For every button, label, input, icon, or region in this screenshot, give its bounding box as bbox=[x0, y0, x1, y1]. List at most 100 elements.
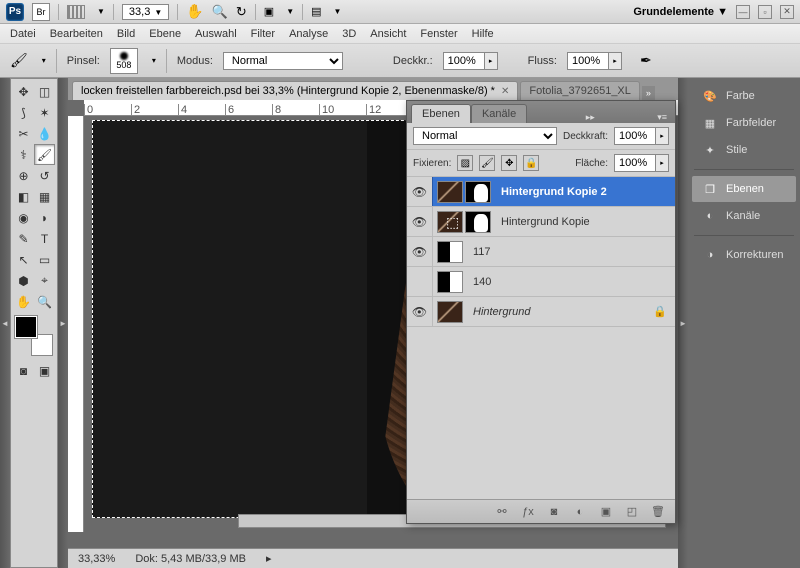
panel-collapse-icon[interactable]: ▸▸ bbox=[582, 112, 599, 123]
hand-tool[interactable]: ✋ bbox=[13, 291, 34, 312]
layer-row[interactable]: 👁 Hintergrund Kopie 2 bbox=[407, 177, 675, 207]
layer-row[interactable]: 140 bbox=[407, 267, 675, 297]
menu-hilfe[interactable]: Hilfe bbox=[472, 28, 494, 40]
gradient-tool[interactable]: ▦ bbox=[34, 186, 55, 207]
quick-mask-icon[interactable]: ◙ bbox=[13, 360, 34, 381]
panel-kanaele[interactable]: ◐Kanäle bbox=[692, 203, 796, 229]
screen-mode-icon[interactable]: ▣ bbox=[264, 5, 274, 18]
zoom-level[interactable]: 33,3▼ bbox=[122, 4, 169, 20]
opacity-input[interactable] bbox=[443, 52, 485, 70]
zoom-tool[interactable]: 🔍 bbox=[34, 291, 55, 312]
eraser-tool[interactable]: ◧ bbox=[13, 186, 34, 207]
quick-select-tool[interactable]: ✶ bbox=[34, 102, 55, 123]
brush-preview[interactable]: 508 bbox=[110, 48, 138, 74]
3d-tool[interactable]: ⬢ bbox=[13, 270, 34, 291]
new-layer-icon[interactable]: ◰ bbox=[623, 504, 641, 520]
menu-bild[interactable]: Bild bbox=[117, 28, 135, 40]
rotate-view-icon[interactable]: ↻ bbox=[236, 4, 247, 20]
layer-name[interactable]: 117 bbox=[467, 246, 491, 258]
path-select-tool[interactable]: ↖ bbox=[13, 249, 34, 270]
layer-row[interactable]: 👁 117 bbox=[407, 237, 675, 267]
lock-all-icon[interactable]: 🔒 bbox=[523, 155, 539, 171]
collapse-bar[interactable]: ► bbox=[58, 78, 68, 568]
visibility-icon[interactable]: 👁 bbox=[407, 297, 433, 326]
menu-analyse[interactable]: Analyse bbox=[289, 28, 328, 40]
history-brush-tool[interactable]: ↺ bbox=[34, 165, 55, 186]
lock-position-icon[interactable]: ✥ bbox=[501, 155, 517, 171]
layers-panel[interactable]: Ebenen Kanäle ▸▸ ▾≡ Normal Deckkraft: ▸ … bbox=[406, 100, 676, 524]
layer-thumbnail[interactable] bbox=[437, 181, 463, 203]
fill-flyout[interactable]: ▸ bbox=[655, 154, 669, 172]
status-zoom[interactable]: 33,33% bbox=[78, 553, 115, 565]
layer-row[interactable]: 👁 ⬚ Hintergrund Kopie bbox=[407, 207, 675, 237]
panel-korrekturen[interactable]: ◑Korrekturen bbox=[692, 242, 796, 268]
opacity-flyout[interactable]: ▸ bbox=[655, 127, 669, 145]
3d-camera-tool[interactable]: ⌖ bbox=[34, 270, 55, 291]
close-button[interactable]: ✕ bbox=[780, 5, 794, 19]
visibility-icon[interactable] bbox=[407, 267, 433, 296]
hand-tool-icon[interactable]: ✋ bbox=[186, 3, 203, 20]
panel-stile[interactable]: ✦Stile bbox=[692, 137, 796, 163]
visibility-icon[interactable]: 👁 bbox=[407, 207, 433, 236]
layer-fx-icon[interactable]: ƒx bbox=[519, 504, 537, 520]
panel-menu-icon[interactable]: ▾≡ bbox=[653, 112, 671, 123]
maximize-button[interactable]: ▫ bbox=[758, 5, 772, 19]
pen-tool[interactable]: ✎ bbox=[13, 228, 34, 249]
layer-blend-mode-select[interactable]: Normal bbox=[413, 127, 557, 145]
panel-ebenen[interactable]: ❐Ebenen bbox=[692, 176, 796, 202]
mask-thumbnail[interactable] bbox=[465, 211, 491, 233]
layer-row[interactable]: 👁 Hintergrund 🔒 bbox=[407, 297, 675, 327]
link-layers-icon[interactable]: ⚯ bbox=[493, 504, 511, 520]
layer-name[interactable]: Hintergrund Kopie bbox=[495, 216, 590, 228]
blur-tool[interactable]: ◉ bbox=[13, 207, 34, 228]
history-icon[interactable] bbox=[67, 5, 85, 19]
document-tab-inactive[interactable]: Fotolia_3792651_XL bbox=[520, 81, 640, 100]
status-doc-size[interactable]: Dok: 5,43 MB/33,9 MB bbox=[135, 553, 246, 565]
lock-transparency-icon[interactable]: ▨ bbox=[457, 155, 473, 171]
arrange-docs-icon[interactable]: ▤ bbox=[311, 5, 321, 18]
flow-flyout[interactable]: ▸ bbox=[608, 52, 622, 70]
lasso-tool[interactable]: ⟆ bbox=[13, 102, 34, 123]
airbrush-icon[interactable]: ✒ bbox=[640, 52, 652, 69]
close-tab-icon[interactable]: ✕ bbox=[501, 86, 509, 97]
eyedropper-tool[interactable]: 💧 bbox=[34, 123, 55, 144]
menu-bearbeiten[interactable]: Bearbeiten bbox=[50, 28, 103, 40]
adjustment-thumbnail[interactable] bbox=[437, 241, 463, 263]
crop-tool[interactable]: ✂ bbox=[13, 123, 34, 144]
document-tab-active[interactable]: locken freistellen farbbereich.psd bei 3… bbox=[72, 81, 518, 100]
tab-ebenen[interactable]: Ebenen bbox=[411, 104, 471, 123]
move-tool[interactable]: ✥ bbox=[13, 81, 34, 102]
menu-ebene[interactable]: Ebene bbox=[149, 28, 181, 40]
adjustment-thumbnail[interactable] bbox=[437, 271, 463, 293]
bridge-icon[interactable]: Br bbox=[32, 3, 50, 21]
screen-mode-icon[interactable]: ▣ bbox=[34, 360, 55, 381]
menu-datei[interactable]: Datei bbox=[10, 28, 36, 40]
new-group-icon[interactable]: ▣ bbox=[597, 504, 615, 520]
collapse-left-icon[interactable]: ◄ bbox=[0, 78, 10, 568]
menu-auswahl[interactable]: Auswahl bbox=[195, 28, 237, 40]
tab-overflow-icon[interactable]: » bbox=[642, 86, 655, 100]
status-flyout-icon[interactable]: ▸ bbox=[266, 552, 272, 565]
photoshop-icon[interactable]: Ps bbox=[6, 3, 24, 21]
color-swatches[interactable] bbox=[15, 316, 53, 356]
stamp-tool[interactable]: ⊕ bbox=[13, 165, 34, 186]
add-mask-icon[interactable]: ◙ bbox=[545, 504, 563, 520]
layer-name[interactable]: Hintergrund bbox=[467, 306, 530, 318]
brush-tool-icon[interactable]: 🖌 bbox=[10, 52, 28, 69]
menu-fenster[interactable]: Fenster bbox=[420, 28, 457, 40]
workspace-switcher[interactable]: Grundelemente ▼ bbox=[633, 6, 728, 18]
collapse-right-icon[interactable]: ► bbox=[678, 78, 688, 568]
menu-3d[interactable]: 3D bbox=[342, 28, 356, 40]
panel-farbfelder[interactable]: ▦Farbfelder bbox=[692, 110, 796, 136]
chevron-down-icon[interactable]: ▾ bbox=[152, 56, 156, 65]
chevron-down-icon[interactable]: ▼ bbox=[97, 7, 105, 16]
blend-mode-select[interactable]: Normal bbox=[223, 52, 343, 70]
delete-layer-icon[interactable]: 🗑 bbox=[649, 504, 667, 520]
marquee-tool[interactable]: ◫ bbox=[34, 81, 55, 102]
layer-fill-input[interactable] bbox=[614, 154, 656, 172]
opacity-flyout[interactable]: ▸ bbox=[484, 52, 498, 70]
minimize-button[interactable]: — bbox=[736, 5, 750, 19]
lock-image-icon[interactable]: 🖌 bbox=[479, 155, 495, 171]
brush-tool[interactable]: 🖌 bbox=[34, 144, 55, 165]
shape-tool[interactable]: ▭ bbox=[34, 249, 55, 270]
